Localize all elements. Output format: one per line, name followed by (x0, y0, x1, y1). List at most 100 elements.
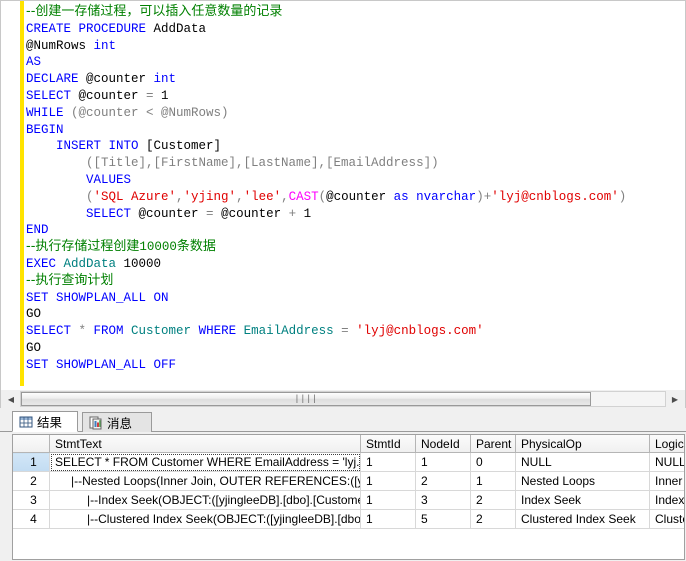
tab-messages[interactable]: 消息 (82, 412, 152, 432)
code-token: = (146, 89, 161, 103)
table-cell[interactable]: |--Nested Loops(Inner Join, OUTER REFERE… (50, 472, 361, 491)
code-token: 1 (161, 89, 169, 103)
code-token: ) (619, 190, 627, 204)
message-icon (89, 416, 103, 430)
code-line: BEGIN (26, 122, 685, 139)
code-token: @counter (139, 207, 207, 221)
table-row[interactable]: 3|--Index Seek(OBJECT:([yjingleeDB].[dbo… (13, 491, 685, 510)
table-cell[interactable]: Index Seek (516, 491, 650, 510)
scroll-left-arrow-icon[interactable]: ◀ (3, 391, 19, 407)
code-token: @NumRows) (161, 106, 229, 120)
table-cell[interactable]: Nested Loops (516, 472, 650, 491)
code-token: DECLARE (26, 72, 86, 86)
code-token: int (154, 72, 177, 86)
code-token: INSERT INTO (26, 139, 146, 153)
code-token: int (94, 39, 117, 53)
code-line: AS (26, 54, 685, 71)
sql-editor-pane[interactable]: --创建一存储过程，可以插入任意数量的记录 CREATE PROCEDURE Ad… (0, 0, 686, 390)
table-row[interactable]: 2|--Nested Loops(Inner Join, OUTER REFER… (13, 472, 685, 491)
code-line: GO (26, 340, 685, 357)
code-token: as (394, 190, 417, 204)
table-cell[interactable]: 1 (361, 453, 416, 472)
ssms-window: --创建一存储过程，可以插入任意数量的记录 CREATE PROCEDURE Ad… (0, 0, 686, 561)
code-token: WHERE (199, 324, 244, 338)
row-number-header[interactable]: 1 (13, 453, 50, 472)
results-tabstrip: 结果 消息 (0, 410, 686, 432)
table-cell[interactable]: Index Seek (650, 491, 686, 510)
table-cell[interactable]: SELECT * FROM Customer WHERE EmailAddres… (50, 453, 361, 472)
code-line: --执行存储过程创建10000条数据 (26, 239, 685, 256)
code-token: @counter (326, 190, 394, 204)
code-token: Customer (131, 324, 199, 338)
table-cell[interactable]: |--Index Seek(OBJECT:([yjingleeDB].[dbo]… (50, 491, 361, 510)
code-token: + (289, 207, 304, 221)
code-token: VALUES (26, 173, 131, 187)
column-header[interactable]: Parent (471, 435, 516, 453)
code-token: [Customer] (146, 139, 221, 153)
scrollbar-track[interactable]: |||| (20, 391, 666, 407)
table-header-row: StmtTextStmtIdNodeIdParentPhysicalOpLogi… (13, 435, 685, 453)
table-row[interactable]: 4|--Clustered Index Seek(OBJECT:([yjingl… (13, 510, 685, 529)
sql-code-text[interactable]: --创建一存储过程，可以插入任意数量的记录 CREATE PROCEDURE Ad… (26, 4, 685, 374)
table-cell[interactable]: 1 (416, 453, 471, 472)
column-header[interactable]: PhysicalOp (516, 435, 650, 453)
tab-results[interactable]: 结果 (12, 411, 78, 432)
code-token: @counter (79, 89, 147, 103)
table-cell[interactable]: 0 (471, 453, 516, 472)
code-token: GO (26, 341, 41, 355)
scrollbar-thumb[interactable]: |||| (21, 392, 591, 406)
table-row[interactable]: 1SELECT * FROM Customer WHERE EmailAddre… (13, 453, 685, 472)
table-cell[interactable]: 3 (416, 491, 471, 510)
table-cell[interactable]: Clustered Index Seek (516, 510, 650, 529)
row-number-header[interactable]: 3 (13, 491, 50, 510)
table-cell[interactable]: 5 (416, 510, 471, 529)
code-token: = (341, 324, 356, 338)
code-token: SET SHOWPLAN_ALL OFF (26, 358, 176, 372)
code-token: @counter (86, 72, 154, 86)
grid-corner-header[interactable] (13, 435, 50, 453)
table-cell[interactable]: 2 (471, 510, 516, 529)
editor-horizontal-scrollbar[interactable]: ◀ |||| ▶ (0, 390, 686, 408)
results-grid[interactable]: StmtTextStmtIdNodeIdParentPhysicalOpLogi… (12, 434, 685, 560)
code-token: --创建一存储过程，可以插入任意数量的记录 (26, 4, 282, 19)
code-line: SET SHOWPLAN_ALL OFF (26, 357, 685, 374)
table-cell[interactable]: NULL (650, 453, 686, 472)
table-cell[interactable]: NULL (516, 453, 650, 472)
scrollbar-grip-icon: |||| (294, 394, 318, 404)
code-token: SET SHOWPLAN_ALL ON (26, 291, 169, 305)
code-token: --执行查询计划 (26, 273, 113, 288)
column-header[interactable]: LogicalOp (650, 435, 686, 453)
column-header[interactable]: NodeId (416, 435, 471, 453)
code-token: AddData (64, 257, 124, 271)
code-token: END (26, 223, 49, 237)
code-token: BEGIN (26, 123, 64, 137)
code-line: CREATE PROCEDURE AddData (26, 21, 685, 38)
table-cell[interactable]: 1 (361, 472, 416, 491)
table-cell[interactable]: 1 (471, 472, 516, 491)
table-cell[interactable]: 1 (361, 491, 416, 510)
table-cell[interactable]: 2 (471, 491, 516, 510)
code-token: SELECT (26, 324, 79, 338)
row-number-header[interactable]: 2 (13, 472, 50, 491)
table-cell[interactable]: 1 (361, 510, 416, 529)
code-token: WHILE (26, 106, 71, 120)
code-line: DECLARE @counter int (26, 71, 685, 88)
column-header[interactable]: StmtText (50, 435, 361, 453)
grid-icon (19, 415, 33, 429)
tab-label: 消息 (107, 413, 132, 432)
code-line: ('SQL Azure','yjing','lee',CAST(@counter… (26, 189, 685, 206)
table-cell[interactable]: |--Clustered Index Seek(OBJECT:([yjingle… (50, 510, 361, 529)
code-token: 1 (304, 207, 312, 221)
table-cell[interactable]: Clustered Index S (650, 510, 686, 529)
editor-gutter (1, 1, 20, 390)
code-line: SET SHOWPLAN_ALL ON (26, 290, 685, 307)
scroll-right-arrow-icon[interactable]: ▶ (667, 391, 683, 407)
code-token: 条数据 (177, 239, 216, 254)
column-header[interactable]: StmtId (361, 435, 416, 453)
table-cell[interactable]: Inner Join (650, 472, 686, 491)
row-number-header[interactable]: 4 (13, 510, 50, 529)
code-token: EmailAddress (244, 324, 342, 338)
table-cell[interactable]: 2 (416, 472, 471, 491)
code-token: 'lee' (244, 190, 282, 204)
code-token: ( (26, 190, 94, 204)
